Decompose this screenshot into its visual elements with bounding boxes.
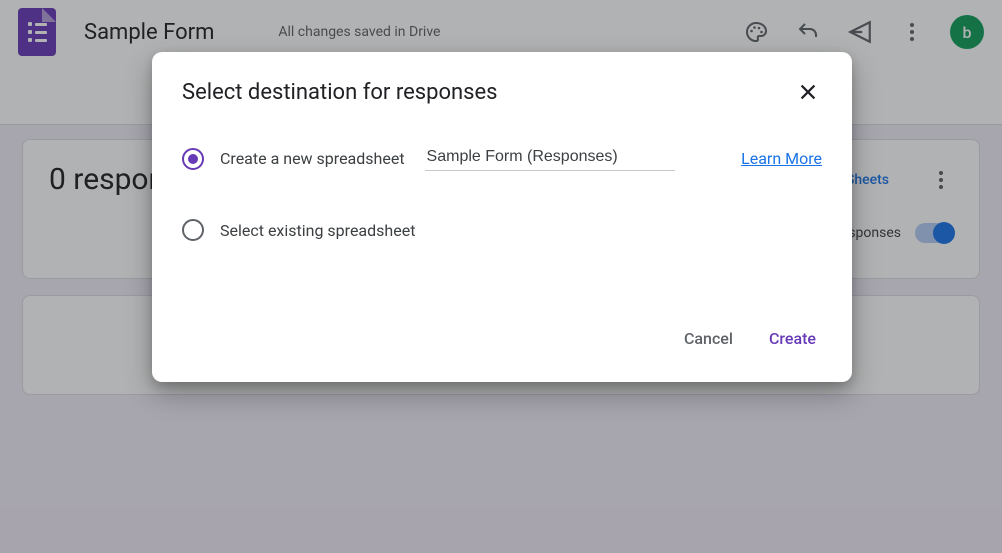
radio-selected-icon[interactable] [182, 148, 204, 170]
option-new-label: Create a new spreadsheet [220, 149, 405, 168]
option-existing-label: Select existing spreadsheet [220, 221, 415, 240]
new-spreadsheet-name-input[interactable] [425, 146, 675, 171]
close-button[interactable] [794, 78, 822, 106]
create-button[interactable]: Create [765, 323, 820, 354]
dialog-body: Create a new spreadsheet Learn More Sele… [152, 106, 852, 241]
close-icon [797, 81, 819, 103]
option-existing-spreadsheet[interactable]: Select existing spreadsheet [182, 219, 822, 241]
select-destination-dialog: Select destination for responses Create … [152, 52, 852, 382]
radio-unselected-icon[interactable] [182, 219, 204, 241]
dialog-header: Select destination for responses [152, 52, 852, 106]
cancel-button[interactable]: Cancel [680, 323, 737, 354]
dialog-title: Select destination for responses [182, 80, 498, 105]
learn-more-link[interactable]: Learn More [741, 149, 822, 168]
dialog-footer: Cancel Create [152, 323, 852, 382]
option-new-spreadsheet[interactable]: Create a new spreadsheet Learn More [182, 146, 822, 171]
app-root: Sample Form All changes saved in Drive b… [0, 0, 1002, 553]
